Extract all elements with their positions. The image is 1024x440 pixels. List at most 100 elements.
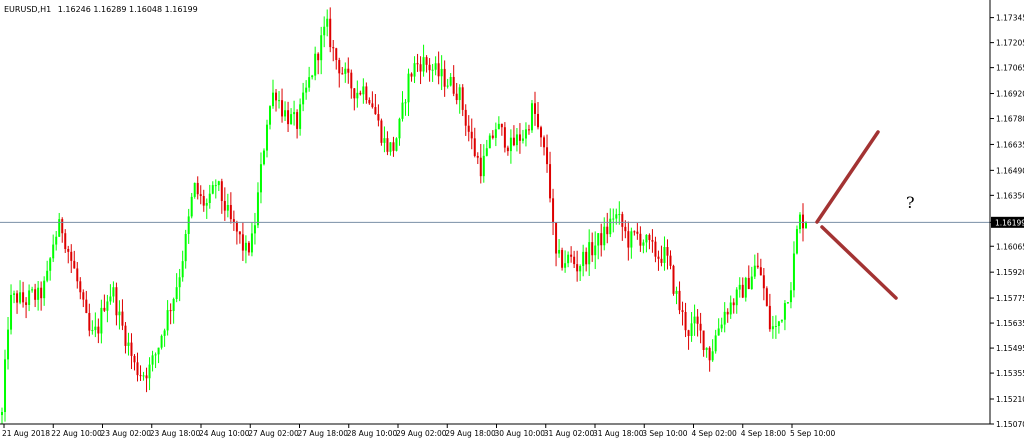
- candle-body: [747, 277, 750, 289]
- x-tick-label: 27 Aug 18:00: [298, 429, 349, 438]
- candle-body: [362, 86, 365, 95]
- candle-body: [244, 242, 247, 251]
- candle-body: [503, 127, 506, 148]
- candle-body: [723, 311, 726, 325]
- candle-body: [377, 114, 380, 121]
- candle-body: [256, 192, 259, 226]
- candle-body: [564, 263, 567, 268]
- y-tick-label: 1.15495: [996, 344, 1024, 353]
- chart-background: [0, 0, 1024, 440]
- candle-body: [669, 255, 672, 266]
- candle-body: [275, 92, 278, 101]
- candle-body: [127, 342, 130, 346]
- candle-body: [278, 100, 281, 102]
- candle-body: [10, 294, 13, 330]
- candle-body: [130, 342, 133, 356]
- candle-body: [232, 219, 235, 223]
- candle-body: [735, 289, 738, 306]
- current-price-tag: 1.16199: [991, 216, 1024, 228]
- candle-body: [145, 375, 148, 379]
- candle-body: [552, 198, 555, 223]
- candle-body: [780, 319, 783, 322]
- candle-body: [654, 241, 657, 257]
- candle-body: [208, 193, 211, 204]
- candle-body: [702, 330, 705, 350]
- candle-body: [696, 316, 699, 324]
- candle-body: [618, 214, 621, 216]
- candle-body: [512, 137, 515, 146]
- candle-body: [91, 330, 94, 332]
- candle-body: [365, 86, 368, 100]
- candle-body: [398, 118, 401, 139]
- candle-body: [452, 76, 455, 94]
- candle-body: [750, 276, 753, 289]
- x-tick-label: 23 Aug 18:00: [150, 429, 201, 438]
- candle-body: [675, 290, 678, 294]
- x-tick-label: 24 Aug 10:00: [199, 429, 250, 438]
- candle-body: [630, 231, 633, 248]
- candle-body: [296, 112, 299, 129]
- candle-body: [329, 18, 332, 48]
- candle-body: [371, 103, 374, 108]
- candle-body: [449, 76, 452, 86]
- candle-body: [157, 347, 160, 355]
- candle-body: [470, 131, 473, 139]
- candle-body: [40, 287, 43, 299]
- candle-body: [684, 311, 687, 331]
- candle-body: [184, 233, 187, 262]
- candle-body: [783, 303, 786, 320]
- candle-body: [284, 110, 287, 117]
- candle-body: [320, 35, 323, 61]
- candle-body: [169, 310, 172, 312]
- price-chart[interactable]: ? 1.17345 1.17205 1.17065 1.16920 1.16780 1.1…: [0, 0, 1024, 440]
- candle-body: [774, 326, 777, 328]
- candle-body: [603, 226, 606, 246]
- candle-body: [407, 73, 410, 103]
- candle-body: [269, 106, 271, 125]
- candle-body: [341, 73, 344, 75]
- candle-body: [67, 249, 70, 252]
- candle-body: [672, 265, 675, 294]
- candle-body: [386, 138, 389, 152]
- symbol-label: EURUSD,H1: [4, 5, 51, 14]
- candle-body: [699, 323, 702, 331]
- candle-body: [678, 290, 681, 311]
- y-tick-label: 1.16635: [996, 140, 1024, 149]
- candle-body: [124, 325, 127, 346]
- candle-body: [792, 253, 795, 291]
- candle-body: [223, 200, 226, 211]
- candle-body: [175, 287, 178, 299]
- candle-body: [136, 362, 139, 376]
- candle-body: [762, 275, 765, 289]
- candle-body: [43, 280, 46, 299]
- candle-body: [181, 261, 184, 278]
- candle-body: [58, 219, 61, 237]
- candle-body: [570, 254, 573, 257]
- candle-body: [521, 138, 524, 141]
- candle-body: [115, 287, 118, 316]
- candle-body: [347, 68, 350, 73]
- candle-body: [52, 244, 55, 259]
- candle-body: [193, 182, 196, 197]
- candle-body: [708, 347, 711, 361]
- candle-body: [509, 137, 512, 152]
- candle-body: [726, 311, 729, 315]
- candle-body: [64, 233, 67, 250]
- y-tick-label: 1.16065: [996, 242, 1024, 251]
- candle-body: [133, 355, 136, 363]
- candle-body: [380, 120, 383, 143]
- y-tick-label: 1.15920: [996, 268, 1024, 277]
- candle-body: [801, 214, 804, 229]
- question-mark: ?: [906, 193, 915, 212]
- candle-body: [476, 155, 479, 158]
- candle-body: [518, 134, 521, 141]
- candle-body: [543, 137, 546, 148]
- x-tick-label: 4 Sep 18:00: [741, 429, 787, 438]
- candle-body: [609, 218, 612, 235]
- candle-body: [765, 288, 768, 306]
- candle-body: [756, 265, 759, 268]
- x-tick-label: 31 Aug 02:00: [544, 429, 595, 438]
- candle-body: [434, 63, 437, 70]
- candle-body: [302, 92, 305, 105]
- chart-window: ? 1.17345 1.17205 1.17065 1.16920 1.16780 1.1…: [0, 0, 1024, 440]
